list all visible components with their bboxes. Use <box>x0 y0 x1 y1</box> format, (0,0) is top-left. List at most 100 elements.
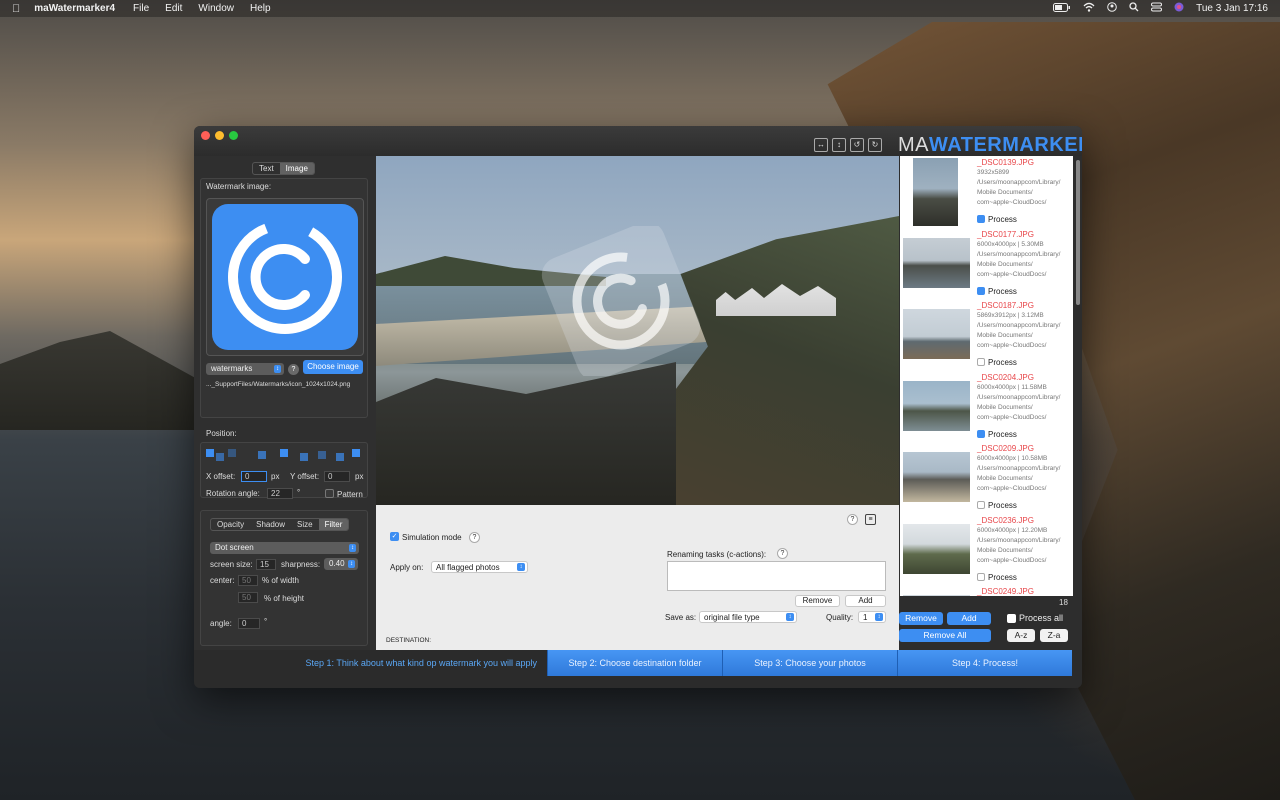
process-toggle[interactable]: Process <box>977 572 1017 582</box>
sort-az-button[interactable]: A-z <box>1007 629 1035 642</box>
menu-help[interactable]: Help <box>250 3 271 14</box>
remove-all-button[interactable]: Remove All <box>899 629 991 642</box>
watermark-overlay[interactable] <box>536 221 706 381</box>
menu-edit[interactable]: Edit <box>165 3 182 14</box>
menu-file[interactable]: File <box>133 3 149 14</box>
close-window-button[interactable] <box>201 131 210 140</box>
tab-text[interactable]: Text <box>253 163 280 174</box>
photo-list[interactable]: _DSC0139.JPG 3932x5899/Users/moonappcom/L… <box>900 156 1073 596</box>
minimize-window-button[interactable] <box>215 131 224 140</box>
watermark-image-well[interactable] <box>206 198 364 356</box>
filter-select[interactable]: Dot screen ↕ <box>210 542 359 554</box>
zoom-window-button[interactable] <box>229 131 238 140</box>
photo-thumbnail[interactable] <box>903 523 970 574</box>
help-icon[interactable]: ? <box>777 548 788 559</box>
app-logo: MAWATERMARKER <box>898 134 1082 157</box>
user-icon[interactable] <box>1107 2 1117 15</box>
photo-list-item[interactable]: _DSC0236.JPG 6000x4000px | 12.20MB/Users/… <box>900 514 1073 586</box>
battery-icon[interactable] <box>1053 2 1071 15</box>
siri-icon[interactable] <box>1174 2 1184 15</box>
list-view-icon[interactable]: ≡ <box>865 514 876 525</box>
photo-list-item[interactable]: _DSC0209.JPG 6000x4000px | 10.58MB/Users/… <box>900 442 1073 514</box>
help-icon[interactable]: ? <box>847 514 858 525</box>
photo-thumbnail[interactable] <box>903 380 970 431</box>
renaming-tasks-list[interactable] <box>667 561 886 591</box>
control-center-icon[interactable] <box>1151 2 1163 15</box>
rotate-left-icon[interactable]: ↺ <box>850 138 864 152</box>
collection-select[interactable]: watermarks ↕ <box>206 363 284 375</box>
center-x-input[interactable]: 50 <box>238 575 258 586</box>
pct-height-label: % of height <box>264 594 305 603</box>
photo-thumbnail[interactable] <box>913 158 958 226</box>
add-photo-button[interactable]: Add <box>947 612 991 625</box>
photo-list-item[interactable]: _DSC0177.JPG 6000x4000px | 5.30MB/Users/m… <box>900 228 1073 300</box>
sort-za-button[interactable]: Z-a <box>1040 629 1068 642</box>
choose-image-button[interactable]: Choose image <box>303 360 363 374</box>
photo-list-item[interactable]: _DSC0249.JPG <box>900 585 1073 596</box>
photo-list-item[interactable]: _DSC0204.JPG 6000x4000px | 11.58MB/Users/… <box>900 371 1073 443</box>
process-toggle[interactable]: Process <box>977 286 1017 296</box>
menubar-clock[interactable]: Tue 3 Jan 17:16 <box>1196 3 1268 14</box>
screen-size-input[interactable]: 15 <box>256 559 276 570</box>
fit-height-icon[interactable]: ↕ <box>832 138 846 152</box>
process-checkbox[interactable] <box>977 572 985 581</box>
center-y-input[interactable]: 50 <box>238 592 258 603</box>
wifi-icon[interactable] <box>1083 2 1095 15</box>
sharpness-stepper[interactable]: 0.40 ↕ <box>324 558 358 570</box>
step-3-button[interactable]: Step 3: Choose your photos <box>722 650 897 676</box>
process-checkbox[interactable] <box>977 501 985 509</box>
x-offset-input[interactable]: 0 <box>241 471 267 482</box>
photo-thumbnail[interactable] <box>903 595 970 596</box>
y-offset-input[interactable]: 0 <box>324 471 350 482</box>
process-toggle[interactable]: Process <box>977 429 1017 439</box>
photo-path: com~apple~CloudDocs/ <box>977 199 1047 206</box>
step-1-button[interactable]: Step 1: Think about what kind op waterma… <box>194 650 547 676</box>
help-icon[interactable]: ? <box>288 364 299 375</box>
tab-size[interactable]: Size <box>291 519 319 530</box>
destination-label: DESTINATION: <box>386 637 432 644</box>
photo-list-item[interactable]: _DSC0187.JPG 5869x3912px | 3.12MB/Users/m… <box>900 299 1073 371</box>
step-2-button[interactable]: Step 2: Choose destination folder <box>547 650 722 676</box>
process-checkbox[interactable] <box>977 358 985 366</box>
fit-width-icon[interactable]: ↔ <box>814 138 828 152</box>
remove-photo-button[interactable]: Remove <box>899 612 943 625</box>
position-label: Position: <box>206 429 237 438</box>
rotate-right-icon[interactable]: ↻ <box>868 138 882 152</box>
tab-opacity[interactable]: Opacity <box>211 519 250 530</box>
process-checkbox[interactable] <box>977 429 985 438</box>
angle-input[interactable]: 0 <box>238 618 260 629</box>
step-4-button[interactable]: Step 4: Process! <box>897 650 1072 676</box>
photo-list-item[interactable]: _DSC0139.JPG 3932x5899/Users/moonappcom/L… <box>900 156 1073 228</box>
apple-icon[interactable]:  <box>12 3 20 15</box>
quality-value: 1 <box>863 613 868 622</box>
renaming-add-button[interactable]: Add <box>845 595 886 607</box>
photo-thumbnail[interactable] <box>903 309 970 359</box>
simulation-checkbox[interactable]: ✓ <box>390 532 399 541</box>
position-grid[interactable] <box>206 449 362 463</box>
search-icon[interactable] <box>1129 2 1139 15</box>
process-toggle[interactable]: Process <box>977 501 1017 510</box>
tab-shadow[interactable]: Shadow <box>250 519 291 530</box>
photo-list-scrollbar[interactable] <box>1076 160 1080 305</box>
process-toggle[interactable]: Process <box>977 215 1017 224</box>
simulation-label: Simulation mode <box>402 533 462 542</box>
process-checkbox[interactable] <box>977 286 985 295</box>
tab-filter[interactable]: Filter <box>318 519 349 530</box>
menu-window[interactable]: Window <box>198 3 234 14</box>
menu-app-name[interactable]: maWatermarker4 <box>34 3 115 14</box>
save-as-select[interactable]: original file type ↕ <box>699 611 797 623</box>
process-all-checkbox[interactable] <box>1007 614 1016 623</box>
photo-preview[interactable] <box>376 156 899 505</box>
quality-stepper[interactable]: 1 ↕ <box>858 611 886 623</box>
photo-thumbnail[interactable] <box>903 452 970 502</box>
renaming-label: Renaming tasks (c-actions): <box>667 550 767 559</box>
renaming-remove-button[interactable]: Remove <box>795 595 840 607</box>
photo-thumbnail[interactable] <box>903 237 970 288</box>
process-toggle[interactable]: Process <box>977 358 1017 367</box>
help-icon[interactable]: ? <box>469 532 480 543</box>
process-checkbox[interactable] <box>977 215 985 223</box>
apply-on-select[interactable]: All flagged photos ↕ <box>431 561 528 573</box>
tab-image[interactable]: Image <box>279 163 314 174</box>
pattern-checkbox[interactable] <box>325 489 334 498</box>
rotation-input[interactable]: 22 <box>267 488 293 499</box>
